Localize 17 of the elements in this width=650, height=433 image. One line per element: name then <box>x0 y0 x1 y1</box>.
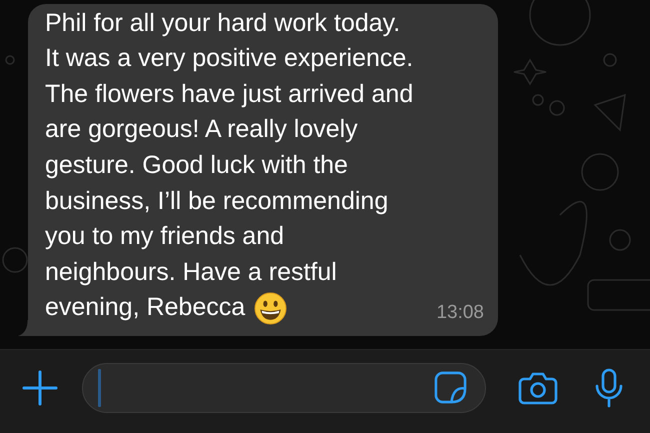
camera-icon[interactable] <box>518 370 558 404</box>
message-text: The flowers have just arrived and <box>45 80 414 108</box>
message-text: neighbours. Have a restful <box>45 258 337 286</box>
message-text: are gorgeous! A really lovely <box>45 115 358 144</box>
message-text: you to my friends and <box>45 222 284 250</box>
grinning-emoji-icon <box>254 292 288 325</box>
message-time: 13:08 <box>436 301 484 325</box>
message-text: evening, Rebecca <box>45 292 246 324</box>
message-text: It was a very positive experience. <box>45 44 414 72</box>
message-text: Phil for all your hard work today. <box>45 8 400 37</box>
message-input-field[interactable] <box>82 362 486 412</box>
microphone-icon[interactable] <box>594 368 624 408</box>
plus-icon[interactable] <box>22 370 58 406</box>
sticker-icon[interactable] <box>434 371 467 404</box>
message-text: gesture. Good luck with the <box>45 151 348 180</box>
text-cursor <box>98 368 101 406</box>
message-text: business, I’ll be recommending <box>45 186 388 215</box>
